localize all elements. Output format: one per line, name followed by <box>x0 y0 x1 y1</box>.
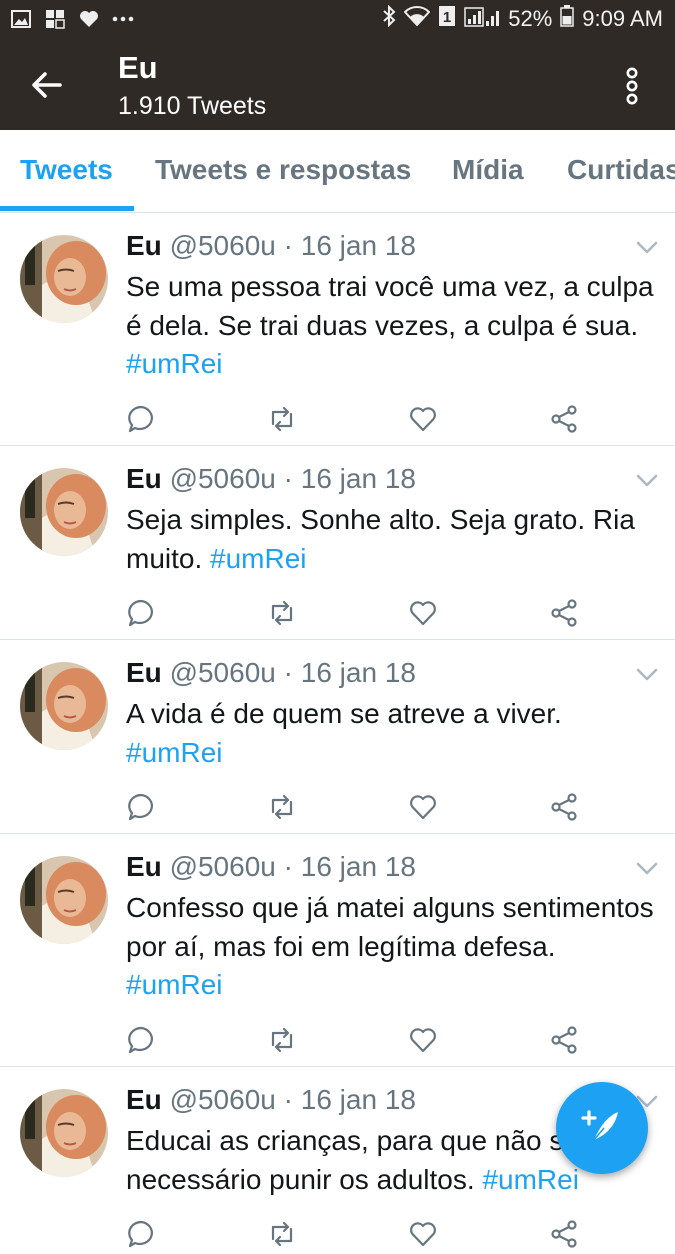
tweet-count: 1.910 Tweets <box>118 92 267 120</box>
share-icon[interactable] <box>549 1219 579 1249</box>
hashtag-link[interactable]: #umRei <box>126 737 222 768</box>
signal-icon <box>464 5 500 33</box>
retweet-icon[interactable] <box>267 1219 297 1249</box>
retweet-icon[interactable] <box>267 404 297 434</box>
overflow-menu-icon[interactable] <box>620 66 644 106</box>
tweet-handle[interactable]: @5060u <box>170 657 276 688</box>
tab-curtidas[interactable]: Curtidas <box>567 154 675 186</box>
reply-icon[interactable] <box>126 1025 156 1055</box>
flipboard-icon <box>44 8 66 30</box>
tweet-date[interactable]: 16 jan 18 <box>301 851 416 882</box>
battery-percent: 52% <box>508 6 553 31</box>
reply-icon[interactable] <box>126 792 156 822</box>
tweet-body: Seja simples. Sonhe alto. Seja grato. Ri… <box>126 504 635 574</box>
retweet-icon[interactable] <box>267 1025 297 1055</box>
tweet-text: Se uma pessoa trai você uma vez, a culpa… <box>126 268 656 384</box>
hashtag-link[interactable]: #umRei <box>210 543 306 574</box>
tweet[interactable]: Eu @5060u · 16 jan 18 A vida é de quem s… <box>0 639 675 833</box>
reply-icon[interactable] <box>126 404 156 434</box>
meta-separator: · <box>275 1084 301 1115</box>
like-icon[interactable] <box>408 1219 438 1249</box>
avatar[interactable] <box>20 856 108 944</box>
chevron-down-icon[interactable] <box>636 668 658 682</box>
tweet-handle[interactable]: @5060u <box>170 463 276 494</box>
chevron-down-icon[interactable] <box>636 474 658 488</box>
like-icon[interactable] <box>408 792 438 822</box>
profile-tabs: Tweets Tweets e respostas Mídia Curtidas <box>0 130 675 213</box>
tweet-handle[interactable]: @5060u <box>170 230 276 261</box>
tweet-date[interactable]: 16 jan 18 <box>301 1084 416 1115</box>
tweet-meta: Eu @5060u · 16 jan 18 <box>126 851 416 883</box>
tweet-meta: Eu @5060u · 16 jan 18 <box>126 463 416 495</box>
chevron-down-icon[interactable] <box>636 862 658 876</box>
tweet-meta: Eu @5060u · 16 jan 18 <box>126 230 416 262</box>
status-bar: 1 52% 9:09 AM <box>0 0 675 40</box>
svg-text:1: 1 <box>443 9 451 26</box>
tab-tweets[interactable]: Tweets <box>20 154 113 186</box>
tweet[interactable]: Eu @5060u · 16 jan 18 Confesso que já ma… <box>0 833 675 1066</box>
image-icon <box>10 8 32 30</box>
tweet-body: Se uma pessoa trai você uma vez, a culpa… <box>126 271 654 341</box>
tweet-date[interactable]: 16 jan 18 <box>301 463 416 494</box>
avatar[interactable] <box>20 235 108 323</box>
hashtag-link[interactable]: #umRei <box>482 1164 578 1195</box>
retweet-icon[interactable] <box>267 598 297 628</box>
like-icon[interactable] <box>408 404 438 434</box>
tweet-meta: Eu @5060u · 16 jan 18 <box>126 1084 416 1116</box>
tweet-text: A vida é de quem se atreve a viver. #umR… <box>126 695 656 772</box>
like-icon[interactable] <box>408 1025 438 1055</box>
tweet-body: A vida é de quem se atreve a viver. <box>126 698 562 729</box>
battery-icon <box>560 5 575 33</box>
tab-tweets-e-respostas[interactable]: Tweets e respostas <box>155 154 411 186</box>
bluetooth-icon <box>382 4 396 33</box>
heart-icon <box>78 8 100 30</box>
hashtag-link[interactable]: #umRei <box>126 969 222 1000</box>
tweet-author-name[interactable]: Eu <box>126 1084 162 1115</box>
meta-separator: · <box>275 463 301 494</box>
tweet-handle[interactable]: @5060u <box>170 1084 276 1115</box>
tweet-handle[interactable]: @5060u <box>170 851 276 882</box>
tweet-date[interactable]: 16 jan 18 <box>301 657 416 688</box>
tweet[interactable]: Eu @5060u · 16 jan 18 Seja simples. Sonh… <box>0 445 675 639</box>
avatar[interactable] <box>20 1089 108 1177</box>
tweet[interactable]: Eu @5060u · 16 jan 18 Se uma pessoa trai… <box>0 212 675 445</box>
reply-icon[interactable] <box>126 1219 156 1249</box>
meta-separator: · <box>275 851 301 882</box>
tweet-author-name[interactable]: Eu <box>126 657 162 688</box>
tweet-meta: Eu @5060u · 16 jan 18 <box>126 657 416 689</box>
wifi-icon <box>403 6 431 32</box>
tweet-author-name[interactable]: Eu <box>126 463 162 494</box>
active-tab-indicator <box>0 206 134 211</box>
avatar[interactable] <box>20 662 108 750</box>
tweet-author-name[interactable]: Eu <box>126 230 162 261</box>
tweet-body: Confesso que já matei alguns sentimentos… <box>126 892 654 962</box>
chevron-down-icon[interactable] <box>636 241 658 255</box>
tweet-author-name[interactable]: Eu <box>126 851 162 882</box>
compose-tweet-button[interactable] <box>556 1082 648 1174</box>
share-icon[interactable] <box>549 1025 579 1055</box>
meta-separator: · <box>275 657 301 688</box>
tab-midia[interactable]: Mídia <box>452 154 524 186</box>
clock: 9:09 AM <box>582 6 663 31</box>
share-icon[interactable] <box>549 598 579 628</box>
share-icon[interactable] <box>549 792 579 822</box>
retweet-icon[interactable] <box>267 792 297 822</box>
profile-name: Eu <box>118 50 158 85</box>
like-icon[interactable] <box>408 598 438 628</box>
back-arrow-icon[interactable] <box>30 68 64 102</box>
tweet-text: Confesso que já matei alguns sentimentos… <box>126 889 656 1005</box>
tweet-text: Seja simples. Sonhe alto. Seja grato. Ri… <box>126 501 656 578</box>
reply-icon[interactable] <box>126 598 156 628</box>
hashtag-link[interactable]: #umRei <box>126 348 222 379</box>
profile-header: Eu 1.910 Tweets <box>0 40 675 130</box>
avatar[interactable] <box>20 468 108 556</box>
tweet-date[interactable]: 16 jan 18 <box>301 230 416 261</box>
share-icon[interactable] <box>549 404 579 434</box>
meta-separator: · <box>275 230 301 261</box>
sim-1-icon: 1 <box>438 5 456 33</box>
compose-tweet-icon <box>580 1104 624 1153</box>
more-dots-icon <box>112 8 134 30</box>
